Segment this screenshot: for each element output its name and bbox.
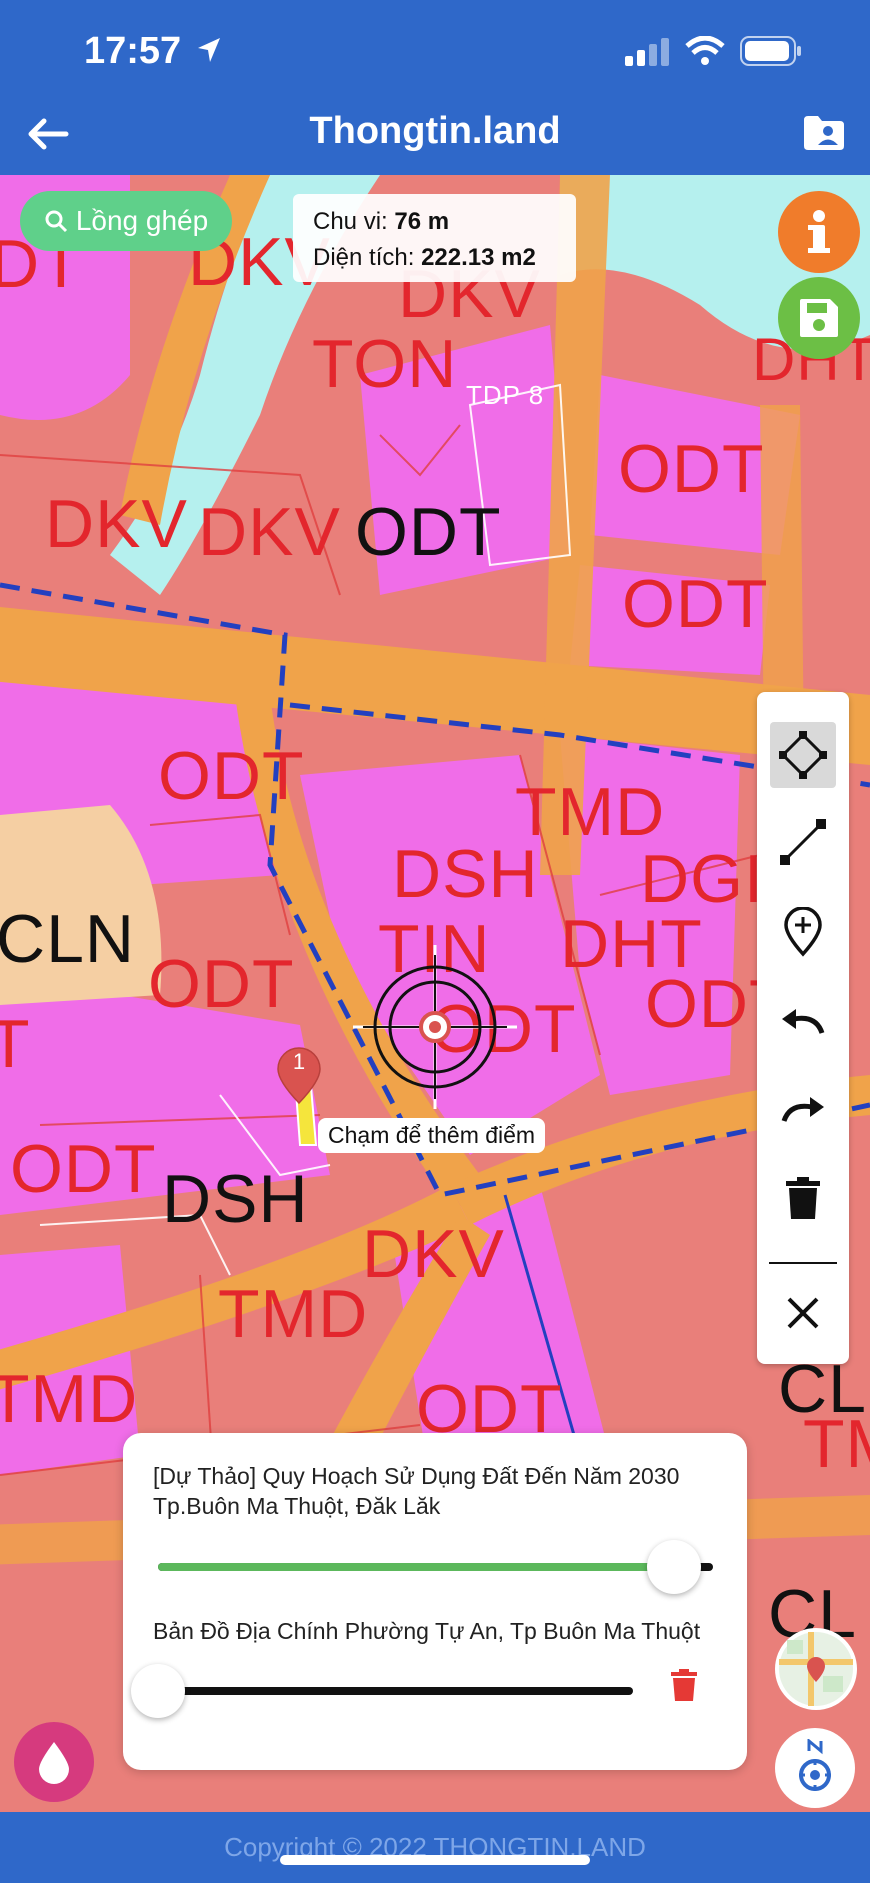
map-label: ODT xyxy=(618,431,765,507)
compass-button[interactable] xyxy=(775,1728,855,1808)
merge-layers-button[interactable]: Lồng ghép xyxy=(20,191,232,251)
polygon-icon xyxy=(779,731,827,779)
layer1-slider-thumb[interactable] xyxy=(647,1540,702,1594)
layers-panel: [Dự Thảo] Quy Hoạch Sử Dụng Đất Đến Năm … xyxy=(123,1433,747,1770)
water-drop-icon xyxy=(39,1742,69,1784)
layer2-slider-thumb[interactable] xyxy=(131,1664,185,1718)
compass-icon xyxy=(799,1739,831,1791)
toolbar-divider xyxy=(769,1262,837,1264)
location-arrow-icon xyxy=(198,38,220,62)
redo-tool[interactable] xyxy=(770,1077,836,1143)
map-label: DSH xyxy=(162,1161,309,1237)
info-button[interactable] xyxy=(778,191,860,273)
layer1-slider-fill xyxy=(158,1563,675,1571)
page-title: Thongtin.land xyxy=(309,110,561,152)
close-tool[interactable] xyxy=(770,1280,836,1346)
map-label: T xyxy=(0,1006,31,1082)
map-style-button[interactable] xyxy=(775,1628,857,1710)
map-label: DKV xyxy=(362,1216,505,1292)
home-indicator xyxy=(280,1855,590,1865)
save-icon xyxy=(800,299,838,337)
polygon-tool[interactable] xyxy=(770,722,836,788)
map-label: TM xyxy=(803,1406,870,1482)
map-label: ODT xyxy=(10,1131,157,1207)
delete-tool[interactable] xyxy=(770,1165,836,1231)
line-tool[interactable] xyxy=(770,809,836,875)
tap-hint: Chạm để thêm điểm xyxy=(318,1118,546,1153)
undo-icon xyxy=(782,1009,825,1034)
map-label: TMD xyxy=(218,1276,369,1352)
save-button[interactable] xyxy=(778,277,860,359)
map-label: TDP 8 xyxy=(466,380,545,410)
map-label: TON xyxy=(312,326,458,402)
redo-icon xyxy=(781,1097,824,1122)
info-icon xyxy=(808,210,830,253)
map-label: TMD xyxy=(0,1361,139,1437)
map-thumbnail-icon xyxy=(779,1632,853,1706)
map-label: DKV xyxy=(45,486,188,562)
opacity-button[interactable] xyxy=(14,1722,94,1802)
folder-user-button[interactable] xyxy=(802,114,846,152)
map-label: ODT xyxy=(148,946,295,1022)
map-label: ODT xyxy=(158,738,305,814)
layer2-name: Bản Đồ Địa Chính Phường Tự An, Tp Buôn M… xyxy=(153,1618,701,1644)
measurement-info: Chu vi: 76 m Diện tích: 222.13 m2 xyxy=(293,194,576,282)
map-label: DKV xyxy=(198,494,341,570)
area-value: 222.13 m2 xyxy=(421,244,536,271)
drawing-toolbar xyxy=(757,692,849,1364)
marker-number: 1 xyxy=(292,1049,306,1074)
wifi-icon xyxy=(685,36,725,65)
search-icon xyxy=(45,210,67,233)
map-label: CLN xyxy=(0,901,136,977)
crosshair-icon xyxy=(353,945,517,1109)
perimeter-label: Chu vi: xyxy=(313,208,388,235)
signal-icon xyxy=(625,38,669,66)
status-time: 17:57 xyxy=(84,30,182,72)
map-label: ODT xyxy=(355,494,502,570)
status-bar: 17:57 xyxy=(0,0,870,105)
merge-layers-label: Lồng ghép xyxy=(75,205,209,236)
close-icon xyxy=(787,1297,819,1329)
battery-icon xyxy=(740,36,801,66)
area-label: Diện tích: xyxy=(313,244,415,271)
map-label: DSH xyxy=(392,836,539,912)
line-icon xyxy=(780,819,826,865)
add-point-tool[interactable] xyxy=(770,899,836,965)
layer2-delete-button[interactable] xyxy=(671,1669,697,1701)
layer2-slider-track[interactable] xyxy=(158,1687,633,1695)
perimeter-value: 76 m xyxy=(394,208,450,235)
map-pin-plus-icon xyxy=(784,907,822,957)
undo-tool[interactable] xyxy=(770,989,836,1055)
layer1-name: [Dự Thảo] Quy Hoạch Sử Dụng Đất Đến Năm … xyxy=(153,1463,680,1519)
map-label: ODT xyxy=(622,566,769,642)
trash-icon xyxy=(786,1177,820,1219)
